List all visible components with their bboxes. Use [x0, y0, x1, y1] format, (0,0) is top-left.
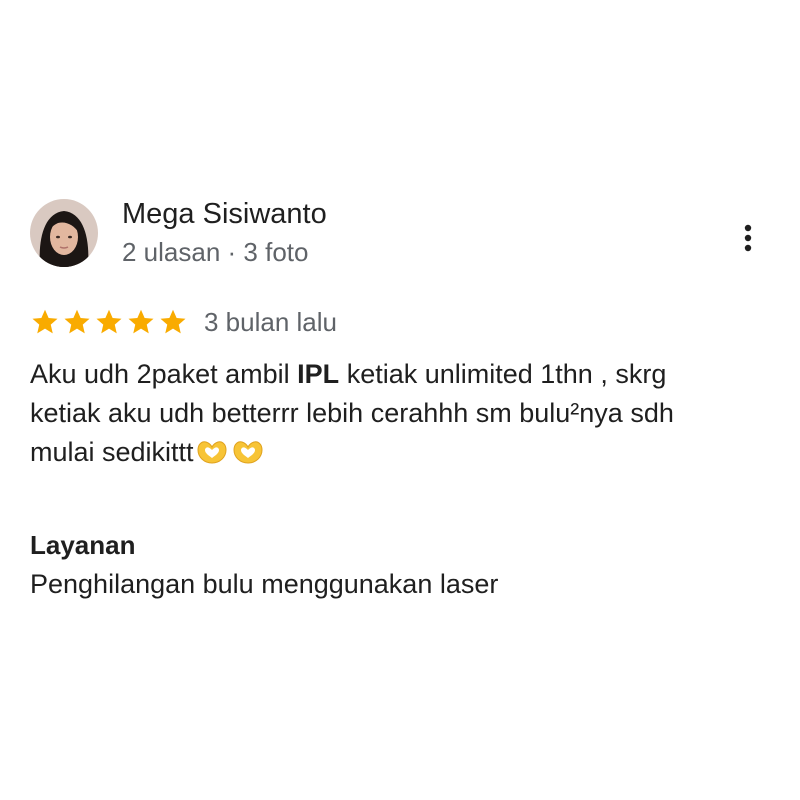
star-icon: [96, 309, 122, 334]
star-icon: [32, 309, 58, 334]
star-rating: [30, 307, 190, 337]
review-text-segment: ketiak unlimited 1thn , skrg: [339, 359, 667, 389]
review-date: 3 bulan lalu: [204, 307, 337, 337]
review-line-2: ketiak aku udh betterrr lebih cerahhh sm…: [30, 398, 674, 428]
avatar-photo: [30, 199, 98, 267]
review-card: Mega Sisiwanto 2 ulasan · 3 foto 3 bulan…: [0, 0, 800, 800]
rating-row: 3 bulan lalu: [30, 304, 337, 340]
review-line-1: Aku udh 2paket ambil IPL ketiak unlimite…: [30, 355, 775, 394]
star-icon: [128, 309, 154, 334]
reviewer-avatar[interactable]: [30, 199, 98, 267]
reviewer-name[interactable]: Mega Sisiwanto: [122, 196, 327, 232]
star-icon: [64, 309, 90, 334]
review-line-3: mulai sedikittt: [30, 433, 775, 476]
more-vertical-icon: [744, 224, 752, 252]
service-value: Penghilangan bulu menggunakan laser: [30, 569, 499, 599]
emoji-group: [196, 437, 268, 476]
service-label: Layanan: [30, 530, 136, 560]
heart-hands-emoji: [233, 441, 263, 464]
review-text: Aku udh 2paket ambil IPL ketiak unlimite…: [30, 355, 775, 476]
reviewer-meta: 2 ulasan · 3 foto: [122, 237, 309, 267]
review-text-segment: mulai sedikittt: [30, 437, 194, 467]
more-options-button[interactable]: [728, 218, 768, 258]
review-bold-term: IPL: [297, 359, 340, 389]
review-text-segment: Aku udh 2paket ambil: [30, 359, 298, 389]
star-icon: [160, 309, 186, 334]
heart-hands-emoji: [197, 441, 227, 464]
